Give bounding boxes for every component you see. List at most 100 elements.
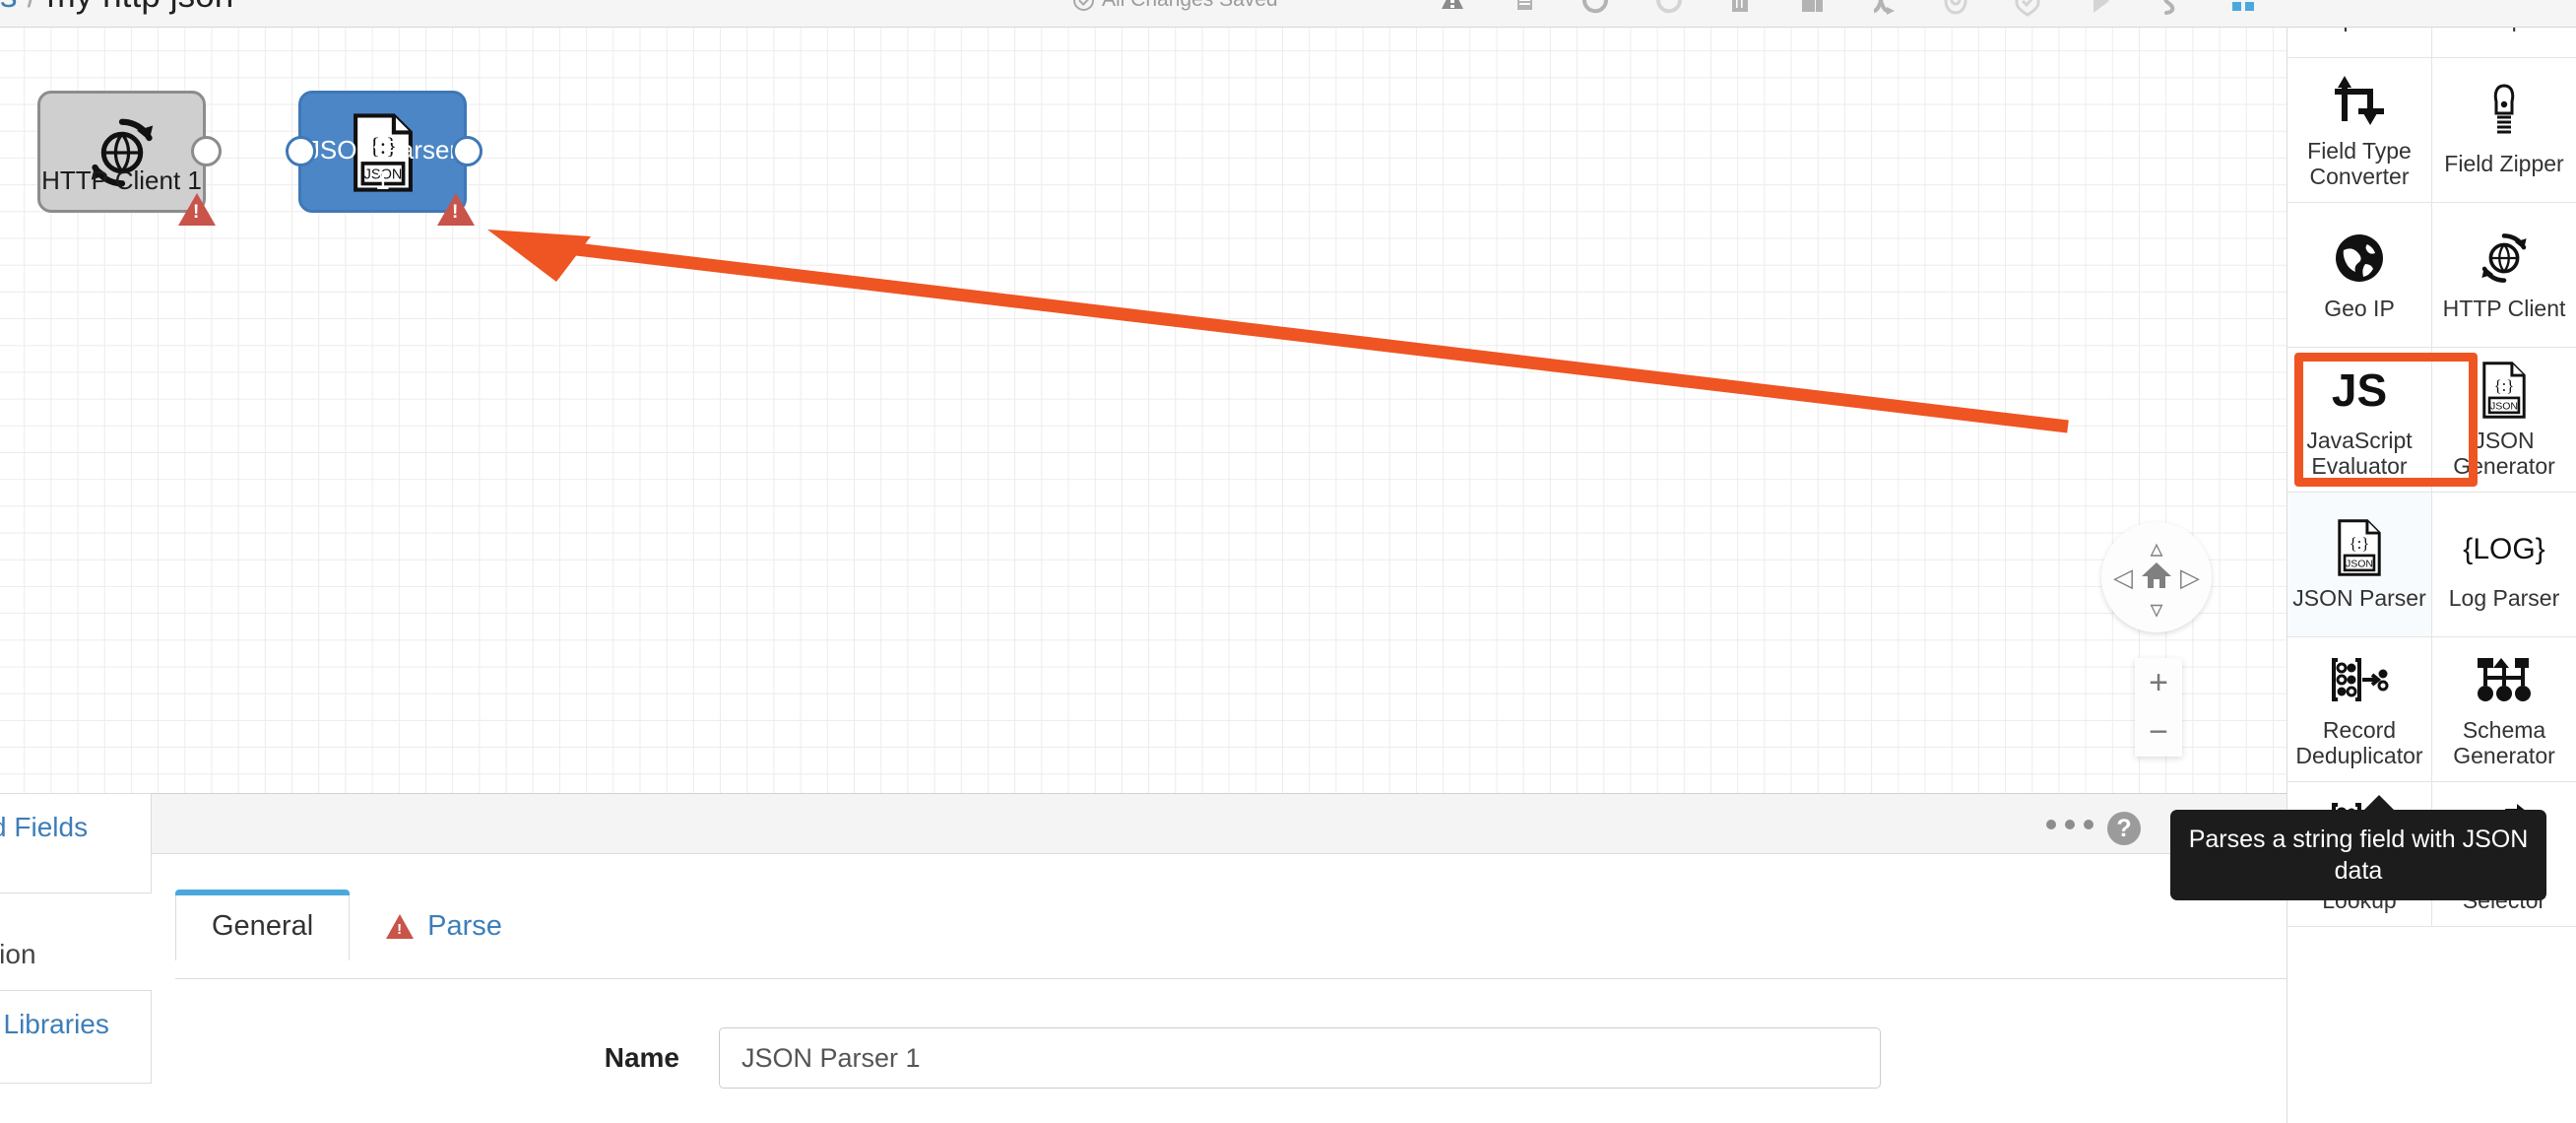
palette-item-javascript-evaluator[interactable]: JS JavaScript Evaluator: [2287, 348, 2432, 493]
undo-icon[interactable]: [1579, 0, 1613, 19]
palette-item-label: Field Type Converter: [2307, 138, 2412, 189]
validate-icon[interactable]: [2011, 0, 2044, 19]
check-circle-icon: [1073, 0, 1094, 11]
canvas-zoom-controls[interactable]: + −: [2135, 658, 2182, 757]
json-file-icon: {:} JSON: [2480, 360, 2528, 421]
breadcrumb-separator: /: [28, 0, 37, 15]
log-icon: {LOG}: [2460, 517, 2548, 578]
tab-parse[interactable]: Parse: [350, 890, 539, 960]
svg-text:JS: JS: [2332, 364, 2387, 416]
more-options-icon[interactable]: [1364, 0, 1397, 19]
palette-item-label: HTTP Client: [2442, 296, 2566, 322]
nav-left-icon[interactable]: ◁: [2113, 564, 2133, 590]
svg-text:{:}: {:}: [2494, 376, 2515, 395]
record-deduplicator-icon: [2330, 649, 2389, 710]
svg-text:JSON: JSON: [2346, 558, 2373, 569]
globe-icon: [2332, 228, 2387, 289]
nav-home-icon[interactable]: [2140, 560, 2173, 596]
properties-panel: JSON Parser 1 ? Required Fields Configur…: [0, 793, 2286, 1123]
more-options-icon[interactable]: [2046, 820, 2093, 829]
help-icon[interactable]: ?: [2107, 812, 2141, 845]
palette-item-label: JavaScript Evaluator: [2306, 428, 2413, 479]
grid-view-icon[interactable]: [2226, 0, 2260, 19]
canvas-node-label: HTTP Client 1: [41, 165, 202, 195]
canvas-node-label: JSON Parser 1: [306, 135, 459, 195]
zoom-in-button[interactable]: +: [2135, 658, 2182, 707]
save-status: All Changes Saved: [1073, 0, 1278, 12]
palette-item-label: Field Zipper: [2444, 151, 2564, 177]
svg-text:{:}: {:}: [2350, 534, 2370, 553]
pipeline-canvas[interactable]: HTTP Client 1 {:} JSON JSON Parser 1: [0, 27, 2286, 793]
schema-generator-icon: [2474, 649, 2535, 710]
tab-general-label: General: [212, 910, 314, 942]
delete-icon[interactable]: [1723, 0, 1757, 19]
tabs-baseline: [175, 978, 2286, 979]
zoom-out-button[interactable]: −: [2135, 707, 2182, 757]
tab-general[interactable]: General: [175, 890, 351, 960]
toolbar-icon-group: [1364, 0, 2260, 22]
palette-item-label: JSON Generator: [2453, 428, 2555, 479]
svg-text:{LOG}: {LOG}: [2463, 533, 2544, 565]
preview-icon[interactable]: [1939, 0, 1972, 19]
alerts-icon[interactable]: [1436, 0, 1469, 19]
http-client-icon: [2476, 228, 2533, 289]
palette-item-label: Replacer: [2314, 28, 2405, 33]
node-output-port-http[interactable]: [191, 136, 222, 166]
top-toolbar: s / my http json All Changes Saved: [0, 0, 2576, 27]
palette-tooltip: Parses a string field with JSON data: [2170, 795, 2546, 900]
copy-icon[interactable]: [1795, 0, 1829, 19]
palette-item-record-deduplicator[interactable]: Record Deduplicator: [2287, 637, 2432, 782]
breadcrumb-link[interactable]: s: [0, 0, 18, 15]
properties-panel-body: Required Fields Configuration External L…: [0, 793, 2286, 1123]
form-row-name: Name: [0, 1027, 2286, 1089]
save-status-label: All Changes Saved: [1102, 0, 1278, 12]
palette-grid: Replacer Field Splitter: [2287, 28, 2576, 927]
breadcrumb: s / my http json: [0, 0, 233, 16]
tab-parse-label: Parse: [427, 910, 502, 942]
field-zipper-icon: [2484, 83, 2524, 144]
rail-item-required-fields[interactable]: Required Fields: [0, 793, 152, 893]
palette-item-label: Schema Generator: [2453, 717, 2555, 768]
stage-library-palette[interactable]: Replacer Field Splitter: [2286, 27, 2576, 1123]
palette-item-geo-ip[interactable]: Geo IP: [2287, 203, 2432, 348]
node-warning-badge-json[interactable]: [437, 193, 475, 226]
palette-item-label: JSON Parser: [2292, 585, 2426, 612]
palette-item-field-type-converter[interactable]: Field Type Converter: [2287, 58, 2432, 203]
js-icon: JS: [2325, 360, 2394, 421]
json-file-icon: {:} JSON: [2336, 517, 2383, 578]
node-input-port-json[interactable]: [286, 136, 316, 166]
shuffle-icon[interactable]: [1867, 0, 1900, 19]
palette-item-field-zipper[interactable]: Field Zipper: [2432, 58, 2576, 203]
field-type-converter-icon: [2329, 70, 2390, 131]
redo-icon[interactable]: [1651, 0, 1685, 19]
palette-item-json-parser[interactable]: {:} JSON JSON Parser: [2287, 493, 2432, 637]
share-icon[interactable]: [2155, 0, 2188, 19]
canvas-nav-pad[interactable]: ▵ ▿ ◁ ▷: [2101, 522, 2212, 632]
palette-item-label: Field Splitter: [2441, 28, 2567, 33]
palette-item-label: Log Parser: [2448, 585, 2560, 612]
nav-right-icon[interactable]: ▷: [2180, 564, 2200, 590]
svg-text:JSON: JSON: [2490, 401, 2518, 413]
palette-item-log-parser[interactable]: {LOG} Log Parser: [2432, 493, 2576, 637]
page-title: my http json: [46, 0, 233, 15]
palette-item-json-generator[interactable]: {:} JSON JSON Generator: [2432, 348, 2576, 493]
run-icon[interactable]: [2083, 0, 2116, 19]
nav-up-icon[interactable]: ▵: [2150, 535, 2162, 561]
palette-item-schema-generator[interactable]: Schema Generator: [2432, 637, 2576, 782]
palette-item-label: Record Deduplicator: [2295, 717, 2423, 768]
warning-triangle-icon: [386, 914, 415, 939]
node-warning-badge-http[interactable]: [178, 193, 216, 226]
stage: s / my http json All Changes Saved: [0, 0, 2576, 1123]
nav-down-icon[interactable]: ▿: [2150, 596, 2162, 622]
notes-icon[interactable]: [1508, 0, 1541, 19]
name-field-label: Name: [604, 1042, 679, 1073]
properties-tabs: General Parse: [175, 890, 539, 960]
name-input[interactable]: [719, 1027, 1881, 1089]
palette-item-field-splitter[interactable]: Field Splitter: [2432, 28, 2576, 58]
properties-panel-header: JSON Parser 1 ?: [0, 793, 2286, 854]
node-output-port-json[interactable]: [452, 136, 483, 166]
palette-item-http-client[interactable]: HTTP Client: [2432, 203, 2576, 348]
palette-item-label: Geo IP: [2324, 296, 2395, 322]
rail-section-label: Configuration: [0, 939, 36, 969]
palette-item-replacer[interactable]: Replacer: [2287, 28, 2432, 58]
